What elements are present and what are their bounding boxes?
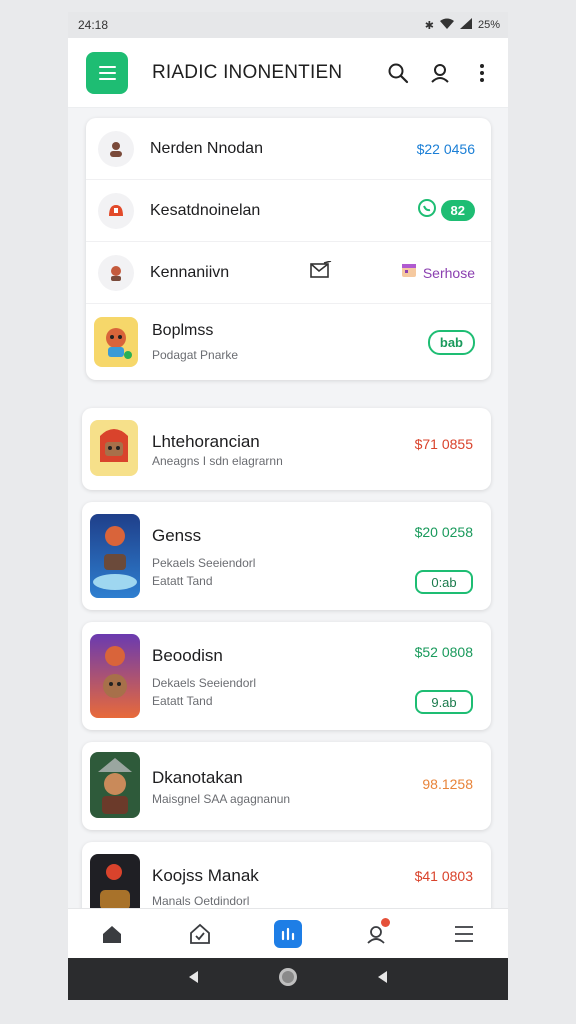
app-bar: RIADIC INONENTIEN [68,38,508,108]
card-subtitle: Pekaels Seeiendorl [152,556,256,570]
notifications-icon[interactable] [356,914,396,954]
whatsapp-icon [417,198,437,223]
game-card[interactable]: Beoodisn Dekaels Seeiendorl Eatatt Tand … [82,622,491,730]
home-button-icon[interactable] [277,966,299,993]
item-name: Nerden Nnodan [150,139,263,157]
card-price: $41 0803 [414,868,473,884]
home-icon[interactable] [92,914,132,954]
card-subtitle-secondary: Eatatt Tand [152,574,213,588]
game-thumbnail [90,514,140,598]
card-title: Lhtehorancian [152,432,260,451]
helmet-icon [98,192,134,229]
card-title: Beoodisn [152,646,223,665]
item-name: Kesatdnoinelan [150,201,261,219]
recents-icon[interactable] [374,969,390,990]
content-list: Nerden Nnodan $22 0456 Kesatdnoinelan 82… [68,108,508,908]
game-card[interactable]: Koojss Manak Manals Oetdindorl $41 0803 [82,842,491,908]
get-button[interactable]: 0:ab [415,570,473,594]
item-value: $22 0456 [416,140,475,157]
notification-badge [381,917,390,927]
get-button[interactable]: 9.ab [415,690,473,714]
card-title: Dkanotakan [152,768,243,787]
page-title: RIADIC INONENTIEN [152,61,343,83]
menu-button[interactable] [86,51,128,94]
game-thumbnail [90,634,140,718]
list-item[interactable]: Kennaniivn Serhose [86,242,491,304]
avatar-icon [98,254,134,291]
card-subtitle: Aneagns I sdn elagrarnn [152,454,283,468]
more-options-icon[interactable] [470,61,494,85]
system-navigation [68,958,508,1000]
game-card[interactable]: Dkanotakan Maisgnel SAA agagnanun 98.125… [82,742,491,830]
game-thumbnail [90,854,140,908]
search-icon[interactable] [386,61,410,85]
list-menu-icon[interactable] [444,914,484,954]
card-title: Koojss Manak [152,866,259,885]
list-item[interactable]: Kesatdnoinelan 82 [86,180,491,242]
signal-icon [459,18,472,32]
card-subtitle: Maisgnel SAA agagnanun [152,792,291,806]
person-icon [98,130,134,167]
card-title: Genss [152,526,202,545]
battery-level: 25% [477,19,500,31]
profile-icon[interactable] [428,61,452,85]
game-card[interactable]: Lhtehorancian Aneagns I sdn elagrarnn $7… [82,408,491,490]
card-price: $71 0855 [414,436,473,452]
list-item[interactable]: Nerden Nnodan $22 0456 [86,118,491,180]
list-item[interactable]: Boplmss Podagat Pnarke bab [86,304,491,380]
chart-icon[interactable] [274,919,302,948]
house-check-icon[interactable] [180,914,220,954]
back-icon[interactable] [186,969,202,990]
grouped-card: Nerden Nnodan $22 0456 Kesatdnoinelan 82… [86,118,491,380]
card-subtitle: Dekaels Seeiendorl [152,676,257,690]
bluetooth-icon: ✱ [424,19,434,32]
bottom-navigation [68,908,508,958]
card-price: 98.1258 [422,776,473,792]
nav-active-tab[interactable] [268,914,308,954]
card-subtitle-secondary: Eatatt Tand [152,694,213,708]
game-thumbnail [94,317,138,367]
status-bar: 24:18 ✱ 25% [68,12,508,38]
status-time: 24:18 [78,18,109,32]
card-price: $52 0808 [414,644,473,660]
mail-check-icon[interactable] [310,260,332,284]
item-name: Kennaniivn [150,263,230,281]
game-thumbnail [90,420,138,476]
count-badge: 82 [440,200,475,221]
wifi-icon [439,18,454,32]
calendar-icon [401,262,417,283]
item-value: Serhose [422,264,475,281]
item-subtitle: Podagat Pnarke [152,348,239,362]
action-button[interactable]: bab [427,329,475,355]
card-subtitle: Manals Oetdindorl [152,894,250,908]
game-thumbnail [90,752,140,818]
phone-screen: 24:18 ✱ 25% RIADIC INONENTIEN Nerden Nno… [68,12,508,1000]
card-price: $20 0258 [414,524,473,540]
item-name: Boplmss [152,322,214,339]
game-card[interactable]: Genss Pekaels Seeiendorl Eatatt Tand $20… [82,502,491,610]
